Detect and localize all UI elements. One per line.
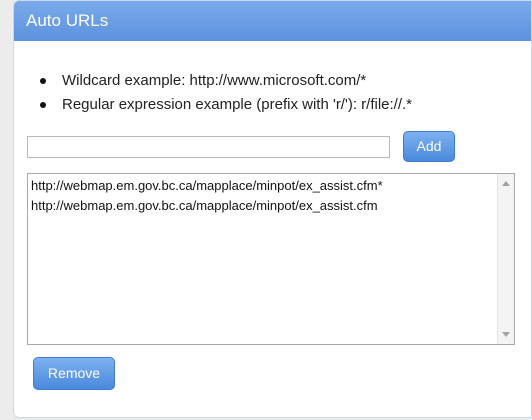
chevron-up-icon[interactable] <box>502 181 510 186</box>
panel-title: Auto URLs <box>14 1 531 41</box>
chevron-down-icon[interactable] <box>502 332 510 337</box>
examples-list: Wildcard example: http://www.microsoft.c… <box>38 69 412 117</box>
list-item[interactable]: http://webmap.em.gov.bc.ca/mapplace/minp… <box>31 196 494 216</box>
vertical-scrollbar[interactable] <box>497 174 514 344</box>
url-input[interactable] <box>27 136 390 158</box>
bullet-icon <box>40 78 46 84</box>
remove-button[interactable]: Remove <box>33 357 115 390</box>
auto-urls-panel: Auto URLs Wildcard example: http://www.m… <box>13 0 532 418</box>
url-list-items: http://webmap.em.gov.bc.ca/mapplace/minp… <box>28 174 497 344</box>
add-button[interactable]: Add <box>403 131 455 162</box>
example-text-wildcard: Wildcard example: http://www.microsoft.c… <box>62 72 367 89</box>
url-listbox[interactable]: http://webmap.em.gov.bc.ca/mapplace/minp… <box>27 173 515 345</box>
bullet-icon <box>40 102 46 108</box>
example-item-regex: Regular expression example (prefix with … <box>38 93 412 117</box>
list-item[interactable]: http://webmap.em.gov.bc.ca/mapplace/minp… <box>31 176 494 196</box>
example-text-regex: Regular expression example (prefix with … <box>62 96 413 113</box>
example-item-wildcard: Wildcard example: http://www.microsoft.c… <box>38 69 412 93</box>
